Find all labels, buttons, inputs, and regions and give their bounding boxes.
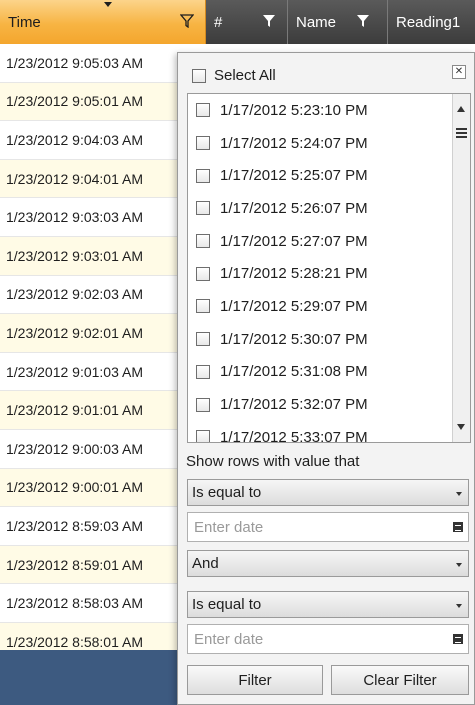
time-cell: 1/23/2012 9:05:03 AM [6, 54, 143, 71]
list-item[interactable]: 1/17/2012 5:28:21 PM [188, 257, 452, 290]
condition1-date-placeholder: Enter date [194, 518, 264, 536]
value-checkbox[interactable] [196, 266, 210, 281]
time-cell: 1/23/2012 9:01:03 AM [6, 363, 143, 380]
time-cell: 1/23/2012 9:04:01 AM [6, 170, 143, 187]
value-checkbox[interactable] [196, 234, 210, 249]
value-checkbox[interactable] [196, 364, 210, 379]
filter-icon[interactable] [180, 14, 194, 28]
scroll-up-icon[interactable] [457, 106, 465, 112]
time-cell: 1/23/2012 9:04:03 AM [6, 131, 143, 148]
value-checkbox[interactable] [196, 103, 210, 118]
value-label: 1/17/2012 5:27:07 PM [220, 232, 368, 250]
value-checkbox[interactable] [196, 168, 210, 183]
sort-descending-icon [104, 2, 112, 7]
value-label: 1/17/2012 5:30:07 PM [220, 330, 368, 348]
column-header-time[interactable]: Time [0, 0, 206, 44]
time-cell: 1/23/2012 9:00:01 AM [6, 479, 143, 496]
value-label: 1/17/2012 5:32:07 PM [220, 396, 368, 414]
filter-button[interactable]: Filter [187, 665, 323, 695]
time-cell: 1/23/2012 9:03:01 AM [6, 247, 143, 264]
list-item[interactable]: 1/17/2012 5:29:07 PM [188, 290, 452, 323]
time-cell: 1/23/2012 9:01:01 AM [6, 402, 143, 419]
logic-operator-select[interactable]: And [187, 550, 469, 577]
condition1-operator-select[interactable]: Is equal to [187, 479, 469, 506]
grid-header: Time # Name Reading1 [0, 0, 475, 44]
filter-icon[interactable] [356, 14, 370, 28]
time-cell: 1/23/2012 8:59:03 AM [6, 517, 143, 534]
chevron-down-icon [456, 604, 462, 608]
logic-operator-value: And [192, 555, 219, 572]
list-item[interactable]: 1/17/2012 5:26:07 PM [188, 192, 452, 225]
value-checkbox[interactable] [196, 430, 210, 442]
time-cell: 1/23/2012 9:03:03 AM [6, 209, 143, 226]
filter-icon[interactable] [262, 14, 276, 28]
column-header-reading1[interactable]: Reading1 [388, 0, 475, 44]
calendar-icon[interactable] [453, 634, 463, 644]
chevron-down-icon [456, 563, 462, 567]
column-header-name[interactable]: Name [288, 0, 388, 44]
condition1-operator-value: Is equal to [192, 484, 262, 501]
distinct-values-list: 1/17/2012 5:23:10 PM 1/17/2012 5:24:07 PM… [187, 93, 471, 443]
select-all-checkbox[interactable] [192, 68, 206, 83]
value-checkbox[interactable] [196, 299, 210, 314]
condition2-date-placeholder: Enter date [194, 630, 264, 648]
value-label: 1/17/2012 5:24:07 PM [220, 134, 368, 152]
select-all-option[interactable]: Select All [192, 67, 276, 84]
chevron-down-icon [456, 492, 462, 496]
list-item[interactable]: 1/17/2012 5:24:07 PM [188, 127, 452, 160]
value-checkbox[interactable] [196, 201, 210, 216]
time-cell: 1/23/2012 8:58:01 AM [6, 633, 143, 650]
time-cell: 1/23/2012 9:02:01 AM [6, 324, 143, 341]
list-item[interactable]: 1/17/2012 5:25:07 PM [188, 159, 452, 192]
calendar-icon[interactable] [453, 522, 463, 532]
condition2-operator-value: Is equal to [192, 596, 262, 613]
close-icon[interactable]: ✕ [452, 65, 466, 79]
value-label: 1/17/2012 5:31:08 PM [220, 363, 368, 381]
value-label: 1/17/2012 5:33:07 PM [220, 428, 368, 443]
time-cell: 1/23/2012 8:58:03 AM [6, 595, 143, 612]
column-header-label: Reading1 [396, 13, 461, 31]
filter-popup: Select All ✕ 1/17/2012 5:23:10 PM 1/17/20… [177, 52, 475, 705]
value-label: 1/17/2012 5:25:07 PM [220, 167, 368, 185]
value-label: 1/17/2012 5:26:07 PM [220, 199, 368, 217]
column-header-label: Name [296, 13, 337, 31]
list-item[interactable]: 1/17/2012 5:33:07 PM [188, 421, 452, 443]
condition2-operator-select[interactable]: Is equal to [187, 591, 469, 618]
value-checkbox[interactable] [196, 136, 210, 151]
time-cell: 1/23/2012 9:02:03 AM [6, 286, 143, 303]
condition1-date-input[interactable]: Enter date [187, 512, 469, 542]
column-header-label: # [214, 13, 223, 31]
distinct-values: 1/17/2012 5:23:10 PM 1/17/2012 5:24:07 PM… [188, 94, 452, 443]
value-checkbox[interactable] [196, 332, 210, 347]
list-item[interactable]: 1/17/2012 5:23:10 PM [188, 94, 452, 127]
time-cell: 1/23/2012 9:05:01 AM [6, 93, 143, 110]
time-cell: 1/23/2012 8:59:01 AM [6, 556, 143, 573]
show-rows-label: Show rows with value that [186, 453, 360, 470]
value-label: 1/17/2012 5:23:10 PM [220, 101, 368, 119]
clear-filter-button[interactable]: Clear Filter [331, 665, 469, 695]
value-label: 1/17/2012 5:29:07 PM [220, 297, 368, 315]
column-header-number[interactable]: # [206, 0, 288, 44]
scroll-thumb[interactable] [456, 128, 467, 138]
value-label: 1/17/2012 5:28:21 PM [220, 265, 368, 283]
list-item[interactable]: 1/17/2012 5:27:07 PM [188, 225, 452, 258]
select-all-label: Select All [214, 67, 276, 84]
list-scrollbar[interactable] [452, 94, 470, 442]
list-item[interactable]: 1/17/2012 5:30:07 PM [188, 323, 452, 356]
value-checkbox[interactable] [196, 397, 210, 412]
scroll-down-icon[interactable] [457, 424, 465, 430]
time-cell: 1/23/2012 9:00:03 AM [6, 440, 143, 457]
list-item[interactable]: 1/17/2012 5:31:08 PM [188, 356, 452, 389]
list-item[interactable]: 1/17/2012 5:32:07 PM [188, 388, 452, 421]
condition2-date-input[interactable]: Enter date [187, 624, 469, 654]
column-header-label: Time [8, 13, 41, 31]
